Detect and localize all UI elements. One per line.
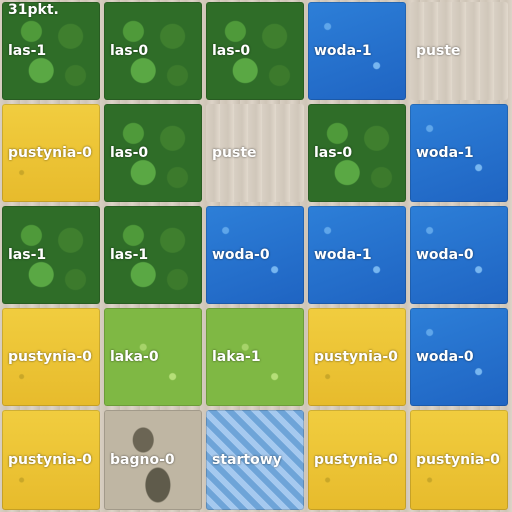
tile-r4c3[interactable]: pustynia-0 bbox=[306, 408, 408, 512]
tile-r1c4[interactable]: woda-1 bbox=[408, 102, 510, 204]
tile-r3c1[interactable]: laka-0 bbox=[102, 306, 204, 408]
tile-r0c4[interactable]: puste bbox=[408, 0, 510, 102]
tile-r0c2[interactable]: las-0 bbox=[204, 0, 306, 102]
tile-r3c4[interactable]: woda-0 bbox=[408, 306, 510, 408]
tile-label: las-1 bbox=[8, 43, 47, 59]
tile-label: woda-0 bbox=[212, 247, 270, 263]
tile-label: las-0 bbox=[110, 145, 149, 161]
tile-r2c4[interactable]: woda-0 bbox=[408, 204, 510, 306]
tile-r3c3[interactable]: pustynia-0 bbox=[306, 306, 408, 408]
tile-r2c2[interactable]: woda-0 bbox=[204, 204, 306, 306]
tile-r1c3[interactable]: las-0 bbox=[306, 102, 408, 204]
tile-r4c2[interactable]: startowy bbox=[204, 408, 306, 512]
tile-r3c2[interactable]: laka-1 bbox=[204, 306, 306, 408]
tile-r2c1[interactable]: las-1 bbox=[102, 204, 204, 306]
tile-r0c1[interactable]: las-0 bbox=[102, 0, 204, 102]
tile-r4c1[interactable]: bagno-0 bbox=[102, 408, 204, 512]
tile-label: pustynia-0 bbox=[8, 452, 92, 468]
tile-r4c0[interactable]: pustynia-0 bbox=[0, 408, 102, 512]
tile-r3c0[interactable]: pustynia-0 bbox=[0, 306, 102, 408]
tile-label: pustynia-0 bbox=[314, 452, 398, 468]
tile-label: woda-0 bbox=[416, 247, 474, 263]
tile-label: las-0 bbox=[110, 43, 149, 59]
tile-label: woda-0 bbox=[416, 349, 474, 365]
tile-label: woda-1 bbox=[314, 247, 372, 263]
tile-label: woda-1 bbox=[314, 43, 372, 59]
game-board: las-1 las-0 las-0 woda-1 puste pustynia-… bbox=[0, 0, 512, 512]
tile-label: las-1 bbox=[110, 247, 149, 263]
tile-label: las-0 bbox=[212, 43, 251, 59]
tile-label: laka-0 bbox=[110, 349, 159, 365]
score-text: 31pkt. bbox=[8, 2, 59, 18]
tile-label: las-0 bbox=[314, 145, 353, 161]
tile-label: las-1 bbox=[8, 247, 47, 263]
tile-r2c3[interactable]: woda-1 bbox=[306, 204, 408, 306]
tile-r0c3[interactable]: woda-1 bbox=[306, 0, 408, 102]
tile-label: puste bbox=[416, 43, 461, 59]
tile-label: laka-1 bbox=[212, 349, 261, 365]
tile-label: pustynia-0 bbox=[8, 349, 92, 365]
tile-r1c0[interactable]: pustynia-0 bbox=[0, 102, 102, 204]
tile-r2c0[interactable]: las-1 bbox=[0, 204, 102, 306]
tile-label: woda-1 bbox=[416, 145, 474, 161]
tile-r1c2[interactable]: puste bbox=[204, 102, 306, 204]
tile-r1c1[interactable]: las-0 bbox=[102, 102, 204, 204]
tile-label: pustynia-0 bbox=[416, 452, 500, 468]
tile-label: startowy bbox=[212, 452, 282, 468]
tile-label: pustynia-0 bbox=[314, 349, 398, 365]
tile-r4c4[interactable]: pustynia-0 bbox=[408, 408, 510, 512]
tile-label: bagno-0 bbox=[110, 452, 175, 468]
tile-label: pustynia-0 bbox=[8, 145, 92, 161]
tile-label: puste bbox=[212, 145, 257, 161]
